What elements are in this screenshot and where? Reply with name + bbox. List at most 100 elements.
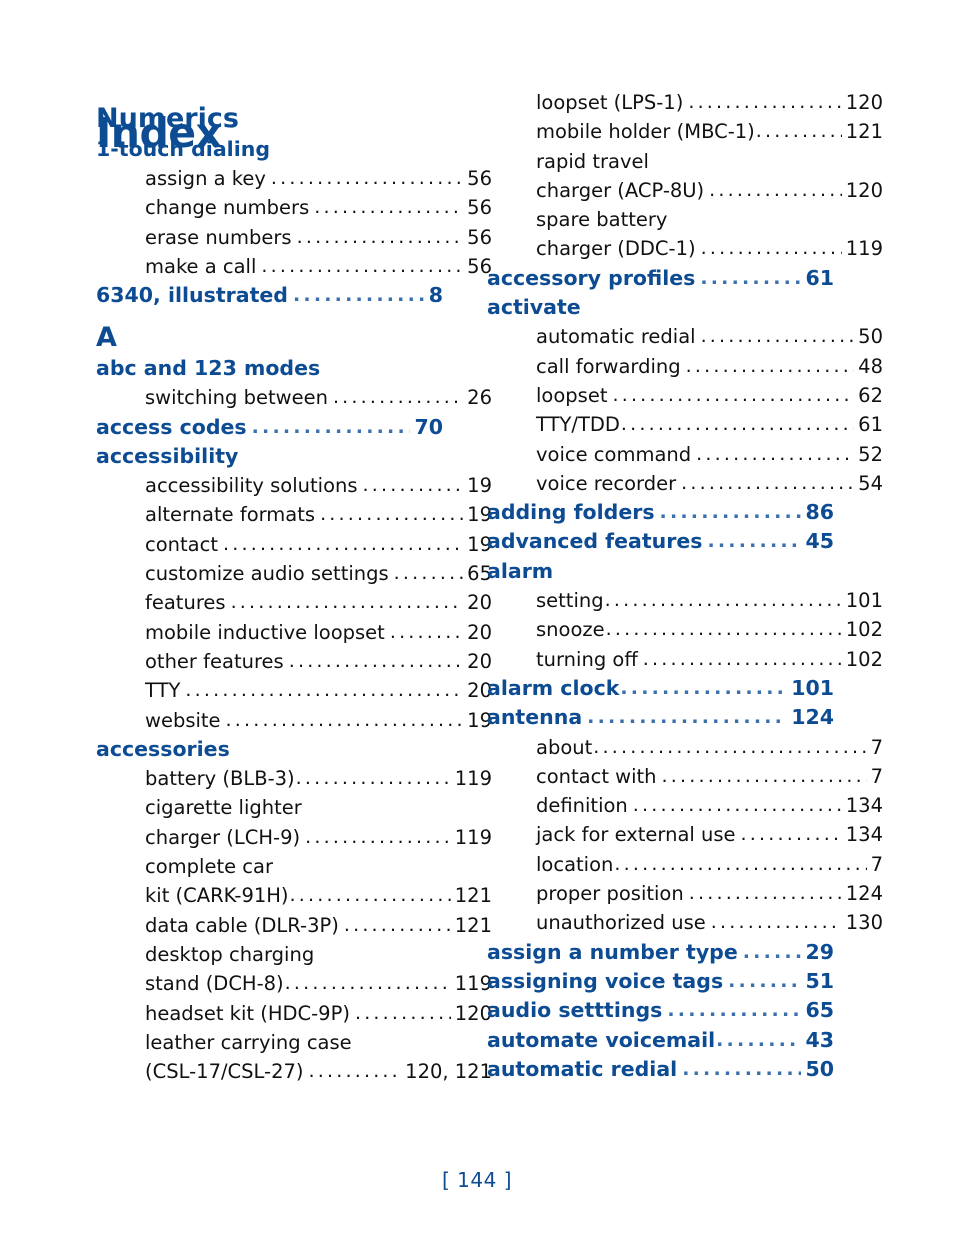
index-sub-entry-data-cable-dlr-3p[interactable]: data cable (DLR-3P)121 <box>96 911 492 940</box>
index-main-entry-alarm[interactable]: alarm <box>487 557 834 586</box>
section-heading-a: A <box>96 322 117 354</box>
index-sub-entry-charger-lch-9[interactable]: charger (LCH-9)119 <box>96 823 492 852</box>
page-number: 8 <box>428 283 443 308</box>
index-sub-entry-voice-recorder[interactable]: voice recorder 54 <box>487 469 883 498</box>
index-sub-entry-mobile-holder-mbc-1[interactable]: mobile holder (MBC-1) 121 <box>487 117 883 146</box>
index-main-entry-advanced-features[interactable]: advanced features 45 <box>487 527 834 556</box>
index-sub-entry-definition[interactable]: definition 134 <box>487 791 883 820</box>
entry-label: accessory profiles <box>487 265 696 290</box>
index-sub-entry-erase-numbers[interactable]: erase numbers56 <box>96 223 492 252</box>
dot-leader <box>231 593 464 612</box>
index-sub-entry-csl-17-csl-27[interactable]: (CSL-17/CSL-27) 120, 121 <box>96 1057 492 1086</box>
entry-label: accessibility <box>96 443 239 468</box>
dot-leader <box>355 1004 451 1023</box>
dot-leader <box>290 886 451 905</box>
index-main-entry-accessory-profiles[interactable]: accessory profiles 61 <box>487 264 834 293</box>
index-main-entry-audio-setttings[interactable]: audio setttings 65 <box>487 996 834 1025</box>
entry-label: data cable (DLR-3P) <box>145 913 339 937</box>
page-number: 124 <box>845 882 883 906</box>
index-sub-entry-other-features[interactable]: other features20 <box>96 647 492 676</box>
index-sub-entry-proper-position[interactable]: proper position 124 <box>487 879 883 908</box>
index-sub-entry-complete-car[interactable]: complete car <box>96 852 492 881</box>
index-main-entry-assign-a-number-type[interactable]: assign a number type 29 <box>487 938 834 967</box>
dot-leader <box>696 445 854 464</box>
index-sub-entry-stand-dch-8[interactable]: stand (DCH-8)119 <box>96 969 492 998</box>
entry-label: mobile holder (MBC-1) <box>536 120 755 144</box>
index-sub-entry-desktop-charging[interactable]: desktop charging <box>96 940 492 969</box>
index-sub-entry-rapid-travel[interactable]: rapid travel <box>487 147 883 176</box>
index-main-entry-adding-folders[interactable]: adding folders 86 <box>487 498 834 527</box>
page-number: 120 <box>845 178 883 202</box>
entry-label: make a call <box>145 254 257 278</box>
index-sub-entry-loopset[interactable]: loopset 62 <box>487 381 883 410</box>
entry-label: definition <box>536 794 628 818</box>
index-sub-entry-contact-with[interactable]: contact with 7 <box>487 762 883 791</box>
dot-leader <box>363 476 464 495</box>
index-sub-entry-headset-kit-hdc-9p[interactable]: headset kit (HDC-9P)120 <box>96 999 492 1028</box>
entry-label: voice recorder <box>536 471 677 495</box>
page-number: 50 <box>805 1056 834 1081</box>
index-sub-entry-change-numbers[interactable]: change numbers56 <box>96 193 492 222</box>
index-sub-entry-unauthorized-use[interactable]: unauthorized use 130 <box>487 908 883 937</box>
index-sub-entry-contact[interactable]: contact19 <box>96 530 492 559</box>
page-number: 102 <box>845 647 883 671</box>
index-sub-entry-kit-cark-91h[interactable]: kit (CARK-91H)121 <box>96 881 492 910</box>
index-main-entry-automatic-redial[interactable]: automatic redial 50 <box>487 1055 834 1084</box>
entry-label: loopset (LPS-1) <box>536 91 684 114</box>
entry-label: automatic redial <box>536 325 696 349</box>
index-sub-entry-automatic-redial[interactable]: automatic redial 50 <box>487 322 883 351</box>
index-sub-entry-jack-for-external-use[interactable]: jack for external use 134 <box>487 820 883 849</box>
index-sub-entry-tty[interactable]: TTY20 <box>96 676 492 705</box>
index-main-entry-activate[interactable]: activate <box>487 293 834 322</box>
index-sub-entry-location[interactable]: location 7 <box>487 850 883 879</box>
page-number: 102 <box>845 618 883 642</box>
index-main-entry-assigning-voice-tags[interactable]: assigning voice tags 51 <box>487 967 834 996</box>
index-sub-entry-loopset-lps-1[interactable]: loopset (LPS-1) 120 <box>487 88 883 117</box>
index-main-entry-antenna[interactable]: antenna 124 <box>487 703 834 732</box>
index-sub-entry-customize-audio-settings[interactable]: customize audio settings65 <box>96 559 492 588</box>
dot-leader <box>226 711 464 730</box>
index-sub-entry-website[interactable]: website19 <box>96 706 492 735</box>
index-sub-entry-switching-between[interactable]: switching between26 <box>96 383 492 412</box>
index-sub-entry-charger-ddc-1[interactable]: charger (DDC-1) 119 <box>487 234 883 263</box>
index-sub-entry-snooze[interactable]: snooze 102 <box>487 615 883 644</box>
index-sub-entry-features[interactable]: features20 <box>96 588 492 617</box>
entry-label: audio setttings <box>487 998 663 1023</box>
index-sub-entry-alternate-formats[interactable]: alternate formats19 <box>96 500 492 529</box>
index-sub-entry-battery-blb-3[interactable]: battery (BLB-3)119 <box>96 764 492 793</box>
index-sub-entry-leather-carrying-case[interactable]: leather carrying case <box>96 1028 492 1057</box>
index-sub-entry-cigarette-lighter[interactable]: cigarette lighter <box>96 793 492 822</box>
index-main-entry-alarm-clock[interactable]: alarm clock 101 <box>487 674 834 703</box>
dot-leader <box>305 828 451 847</box>
entry-label: 6340, illustrated <box>96 283 288 308</box>
index-sub-entry-turning-off[interactable]: turning off 102 <box>487 645 883 674</box>
page-number: 101 <box>845 589 883 613</box>
index-main-entry-1-touch-dialing[interactable]: 1-touch dialing <box>96 135 443 164</box>
index-main-entry-accessibility[interactable]: accessibility <box>96 442 443 471</box>
dot-leader <box>620 679 787 698</box>
index-main-entry-automate-voicemail[interactable]: automate voicemail 43 <box>487 1026 834 1055</box>
index-sub-entry-voice-command[interactable]: voice command 52 <box>487 440 883 469</box>
index-sub-entry-tty-tdd[interactable]: TTY/TDD 61 <box>487 410 883 439</box>
index-main-entry-6340-illustrated[interactable]: 6340, illustrated 8 <box>96 281 443 310</box>
dot-leader <box>633 796 842 815</box>
index-sub-entry-assign-a-key[interactable]: assign a key56 <box>96 164 492 193</box>
index-main-entry-accessories[interactable]: accessories <box>96 735 443 764</box>
index-sub-entry-mobile-inductive-loopset[interactable]: mobile inductive loopset20 <box>96 618 492 647</box>
index-sub-entry-setting[interactable]: setting 101 <box>487 586 883 615</box>
index-sub-entry-call-forwarding[interactable]: call forwarding 48 <box>487 352 883 381</box>
page-number: 120 <box>845 91 883 114</box>
index-sub-entry-about[interactable]: about 7 <box>487 733 883 762</box>
index-sub-entry-accessibility-solutions[interactable]: accessibility solutions19 <box>96 471 492 500</box>
index-sub-entry-spare-battery[interactable]: spare battery <box>487 205 883 234</box>
index-sub-entry-charger-acp-8u[interactable]: charger (ACP-8U) 120 <box>487 176 883 205</box>
index-sub-entry-make-a-call[interactable]: make a call56 <box>96 252 492 281</box>
entry-label: accessories <box>96 736 230 761</box>
entry-label: location <box>536 852 614 876</box>
page-number: 54 <box>858 471 883 495</box>
index-main-entry-abc-and-123-modes[interactable]: abc and 123 modes <box>96 354 443 383</box>
index-main-entry-access-codes[interactable]: access codes 70 <box>96 413 443 442</box>
entry-label: other features <box>145 649 284 673</box>
page-number: 101 <box>791 675 834 700</box>
dot-leader <box>662 767 867 786</box>
